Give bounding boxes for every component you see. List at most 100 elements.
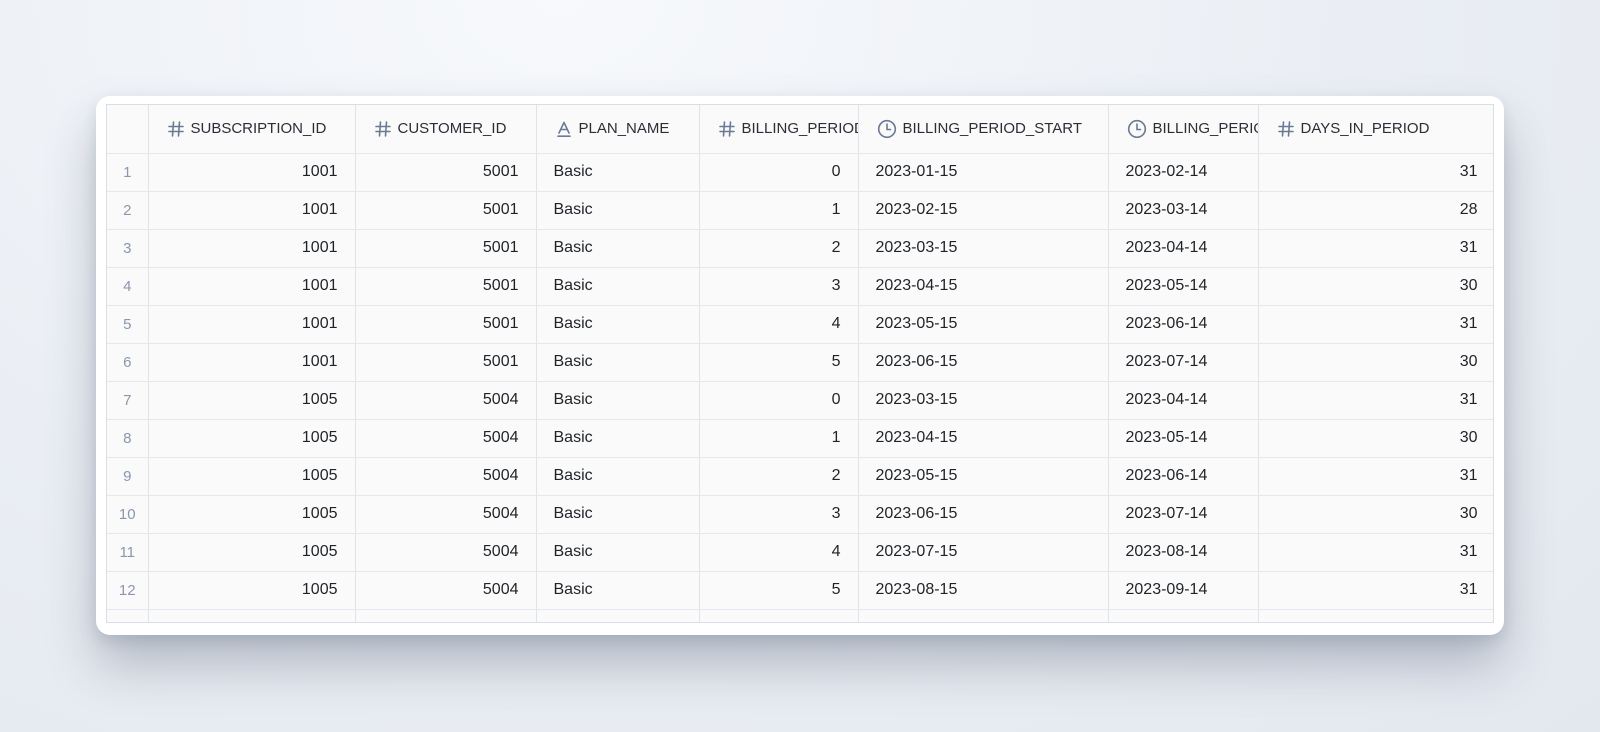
table-row[interactable]: 8 1005 5004 Basic 1 2023-04-15 2023-05-14 30 <box>107 419 1493 458</box>
cell-days[interactable]: 31 <box>1258 229 1493 268</box>
cell-sub[interactable]: 1001 <box>148 153 356 192</box>
table-row[interactable]: 10 1005 5004 Basic 3 2023-06-15 2023-07-14 30 <box>107 495 1493 534</box>
cell-start[interactable]: 2023-02-15 <box>858 191 1109 230</box>
cell-sub[interactable]: 1001 <box>148 191 356 230</box>
cell-cust[interactable]: 5004 <box>355 457 537 496</box>
cell-sub[interactable]: 1005 <box>148 381 356 420</box>
cell-sub[interactable]: 1005 <box>148 457 356 496</box>
cell-plan[interactable]: Basic <box>536 191 700 230</box>
cell-cust[interactable]: 5004 <box>355 495 537 534</box>
cell-days[interactable]: 31 <box>1258 381 1493 420</box>
cell-bp[interactable]: 3 <box>699 267 859 306</box>
column-header-billing-period-start[interactable]: BILLING_PERIOD_START <box>858 105 1109 154</box>
cell-cust[interactable]: 5001 <box>355 343 537 382</box>
cell-sub[interactable]: 1001 <box>148 267 356 306</box>
cell-plan[interactable]: Basic <box>536 381 700 420</box>
cell-sub[interactable]: 1005 <box>148 419 356 458</box>
cell-start[interactable]: 2023-05-15 <box>858 457 1109 496</box>
cell-cust[interactable]: 5004 <box>355 381 537 420</box>
cell-bp[interactable]: 3 <box>699 495 859 534</box>
cell-days[interactable]: 31 <box>1258 457 1493 496</box>
column-header-billing-period[interactable]: BILLING_PERIOD <box>1108 105 1259 154</box>
cell-plan[interactable]: Basic <box>536 305 700 344</box>
cell-days[interactable]: 31 <box>1258 571 1493 610</box>
cell-bp[interactable]: 1 <box>699 419 859 458</box>
cell-end[interactable]: 2023-03-14 <box>1108 191 1259 230</box>
cell-cust[interactable]: 5004 <box>355 571 537 610</box>
cell-start[interactable]: 2023-04-15 <box>858 419 1109 458</box>
cell-start[interactable]: 2023-05-15 <box>858 305 1109 344</box>
table-row[interactable]: 3 1001 5001 Basic 2 2023-03-15 2023-04-14 31 <box>107 229 1493 268</box>
cell-cust[interactable]: 5001 <box>355 267 537 306</box>
cell-plan[interactable]: Basic <box>536 267 700 306</box>
cell-start[interactable]: 2023-03-15 <box>858 229 1109 268</box>
column-header-customer-id[interactable]: CUSTOMER_ID <box>355 105 537 154</box>
cell-end[interactable]: 2023-05-14 <box>1108 419 1259 458</box>
cell-cust[interactable]: 5001 <box>355 305 537 344</box>
column-header-plan-name[interactable]: PLAN_NAME <box>536 105 700 154</box>
cell-sub[interactable]: 1005 <box>148 571 356 610</box>
cell-start[interactable]: 2023-03-15 <box>858 381 1109 420</box>
column-header-subscription-id[interactable]: SUBSCRIPTION_ID <box>148 105 356 154</box>
table-row[interactable]: 9 1005 5004 Basic 2 2023-05-15 2023-06-14 31 <box>107 457 1493 496</box>
cell-days[interactable]: 28 <box>1258 191 1493 230</box>
cell-end[interactable]: 2023-06-14 <box>1108 457 1259 496</box>
table-row[interactable]: 1 1001 5001 Basic 0 2023-01-15 2023-02-14 31 <box>107 153 1493 192</box>
cell-bp[interactable]: 5 <box>699 571 859 610</box>
cell-days[interactable]: 31 <box>1258 153 1493 192</box>
cell-bp[interactable]: 2 <box>699 457 859 496</box>
table-row[interactable]: 11 1005 5004 Basic 4 2023-07-15 2023-08-14 31 <box>107 533 1493 572</box>
cell-days[interactable]: 30 <box>1258 495 1493 534</box>
cell-plan[interactable]: Basic <box>536 153 700 192</box>
cell-days[interactable]: 30 <box>1258 419 1493 458</box>
cell-sub[interactable]: 1005 <box>148 533 356 572</box>
cell-cust[interactable]: 5001 <box>355 229 537 268</box>
cell-bp[interactable]: 2 <box>699 229 859 268</box>
cell-end[interactable]: 2023-02-14 <box>1108 153 1259 192</box>
cell-sub[interactable]: 1005 <box>148 495 356 534</box>
cell-plan[interactable]: Basic <box>536 343 700 382</box>
cell-end[interactable]: 2023-05-14 <box>1108 267 1259 306</box>
cell-sub[interactable]: 1001 <box>148 229 356 268</box>
cell-bp[interactable]: 0 <box>699 381 859 420</box>
cell-cust[interactable]: 5001 <box>355 191 537 230</box>
table-row[interactable]: 4 1001 5001 Basic 3 2023-04-15 2023-05-14 30 <box>107 267 1493 306</box>
cell-days[interactable]: 30 <box>1258 343 1493 382</box>
cell-plan[interactable]: Basic <box>536 419 700 458</box>
cell-start[interactable]: 2023-07-15 <box>858 533 1109 572</box>
cell-cust[interactable]: 5001 <box>355 153 537 192</box>
cell-bp[interactable]: 4 <box>699 305 859 344</box>
cell-plan[interactable]: Basic <box>536 571 700 610</box>
cell-start[interactable]: 2023-06-15 <box>858 495 1109 534</box>
cell-bp[interactable]: 0 <box>699 153 859 192</box>
cell-start[interactable]: 2023-06-15 <box>858 343 1109 382</box>
cell-plan[interactable]: Basic <box>536 533 700 572</box>
cell-start[interactable]: 2023-04-15 <box>858 267 1109 306</box>
cell-cust[interactable]: 5004 <box>355 533 537 572</box>
cell-plan[interactable]: Basic <box>536 229 700 268</box>
cell-cust[interactable]: 5004 <box>355 419 537 458</box>
cell-end[interactable]: 2023-09-14 <box>1108 571 1259 610</box>
cell-end[interactable]: 2023-06-14 <box>1108 305 1259 344</box>
cell-start[interactable]: 2023-08-15 <box>858 571 1109 610</box>
cell-end[interactable]: 2023-04-14 <box>1108 381 1259 420</box>
table-row[interactable]: 7 1005 5004 Basic 0 2023-03-15 2023-04-14 31 <box>107 381 1493 420</box>
column-header-billing-period[interactable]: BILLING_PERIOD_ <box>699 105 859 154</box>
cell-plan[interactable]: Basic <box>536 495 700 534</box>
cell-end[interactable]: 2023-08-14 <box>1108 533 1259 572</box>
table-row[interactable]: 2 1001 5001 Basic 1 2023-02-15 2023-03-14 28 <box>107 191 1493 230</box>
cell-sub[interactable]: 1001 <box>148 305 356 344</box>
cell-days[interactable]: 31 <box>1258 533 1493 572</box>
cell-sub[interactable]: 1001 <box>148 343 356 382</box>
cell-bp[interactable]: 4 <box>699 533 859 572</box>
cell-end[interactable]: 2023-07-14 <box>1108 343 1259 382</box>
column-header-days-in-period[interactable]: DAYS_IN_PERIOD <box>1258 105 1493 154</box>
cell-end[interactable]: 2023-04-14 <box>1108 229 1259 268</box>
cell-end[interactable]: 2023-07-14 <box>1108 495 1259 534</box>
cell-days[interactable]: 31 <box>1258 305 1493 344</box>
cell-bp[interactable]: 1 <box>699 191 859 230</box>
cell-days[interactable]: 30 <box>1258 267 1493 306</box>
table-row[interactable]: 12 1005 5004 Basic 5 2023-08-15 2023-09-14 31 <box>107 571 1493 610</box>
table-row[interactable]: 6 1001 5001 Basic 5 2023-06-15 2023-07-14 30 <box>107 343 1493 382</box>
cell-plan[interactable]: Basic <box>536 457 700 496</box>
